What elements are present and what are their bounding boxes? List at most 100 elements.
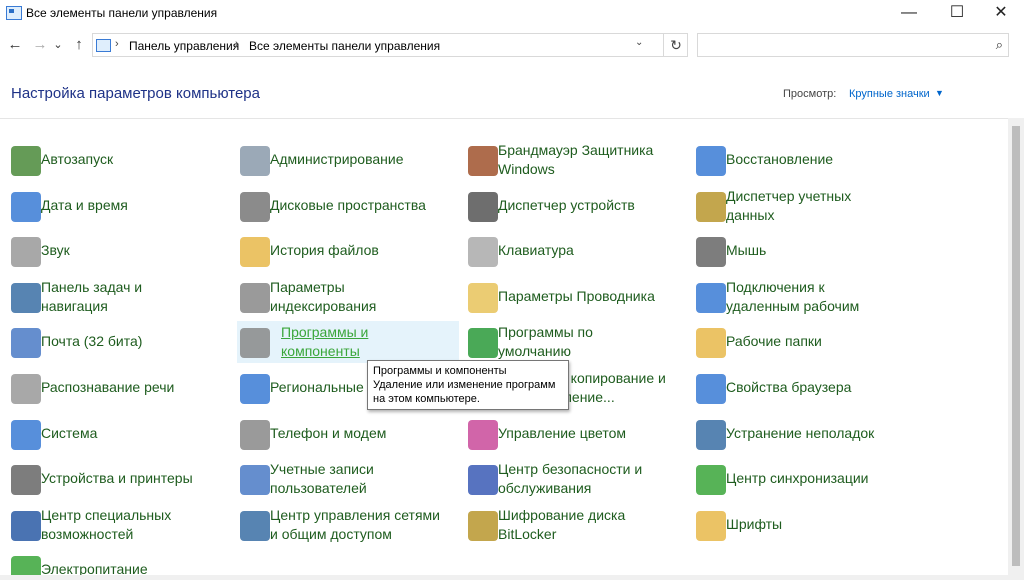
bitlocker-icon bbox=[468, 510, 498, 541]
control-panel-item[interactable]: Центр управления сетями и общим доступом bbox=[229, 504, 453, 546]
control-panel-item[interactable]: Администрирование bbox=[229, 139, 453, 181]
microphone-icon bbox=[11, 374, 41, 404]
item-label: Восстановление bbox=[726, 151, 834, 167]
control-panel-item[interactable]: Автозапуск bbox=[0, 139, 224, 181]
clock-icon bbox=[11, 191, 41, 222]
control-panel-item[interactable]: Шифрование диска BitLocker bbox=[457, 504, 681, 546]
control-panel-item[interactable]: Центр безопасности и обслуживания bbox=[457, 458, 681, 500]
search-icon[interactable]: ⌕ bbox=[996, 37, 1003, 53]
control-panel-item[interactable]: Панель задач и навигация bbox=[0, 276, 224, 318]
item-label: Автозапуск bbox=[41, 151, 114, 167]
up-button[interactable]: ↑ bbox=[70, 36, 88, 54]
item-label: Клавиатура bbox=[498, 242, 574, 259]
refresh-button[interactable]: ↻ bbox=[663, 34, 688, 56]
control-panel-item[interactable]: Программы по умолчанию bbox=[457, 321, 681, 363]
item-label: Дата и время bbox=[41, 196, 128, 213]
scrollbar-thumb[interactable] bbox=[1012, 126, 1020, 566]
tooltip-title: Программы и компоненты bbox=[373, 365, 507, 377]
control-panel-item[interactable]: Устранение неполадок bbox=[685, 413, 909, 455]
flag-icon bbox=[468, 465, 498, 496]
taskbar-icon bbox=[11, 282, 41, 313]
control-panel-item[interactable]: Дата и время bbox=[0, 185, 224, 227]
chevron-right-icon: › bbox=[235, 38, 239, 50]
control-panel-item[interactable]: Подключения к удаленным рабочим bbox=[685, 276, 909, 318]
sound-icon bbox=[11, 237, 41, 268]
control-panel-item[interactable]: Параметры Проводника bbox=[457, 276, 681, 318]
item-label: Система bbox=[41, 424, 98, 441]
region-icon bbox=[240, 374, 270, 404]
control-panel-item[interactable]: Программы и компоненты bbox=[237, 321, 459, 364]
control-panel-item[interactable]: Управление цветом bbox=[457, 413, 681, 455]
chevron-down-icon[interactable]: ⌄ bbox=[635, 37, 643, 48]
item-label: Дисковые пространства bbox=[270, 196, 426, 213]
horizontal-scrollbar[interactable] bbox=[0, 575, 1008, 580]
item-label: Устройства и принтеры bbox=[41, 470, 193, 487]
control-panel-item[interactable]: Диспетчер учетных данных bbox=[685, 185, 909, 227]
tooltip-text: Удаление или изменение программ на этом … bbox=[373, 379, 556, 405]
chevron-right-icon: › bbox=[115, 38, 119, 50]
page-title: Настройка параметров компьютера bbox=[11, 85, 260, 102]
item-label: Шрифты bbox=[726, 515, 783, 532]
item-label: Программы и компоненты bbox=[281, 324, 369, 360]
item-label: Звук bbox=[41, 242, 70, 259]
indexing-icon bbox=[240, 282, 270, 313]
file-history-icon bbox=[240, 237, 270, 268]
control-panel-item[interactable]: Устройства и принтеры bbox=[0, 458, 224, 500]
admin-tools-icon bbox=[240, 146, 270, 176]
control-panel-item[interactable]: Параметры индексирования bbox=[229, 276, 453, 318]
control-panel-item[interactable]: Брандмауэр Защитника Windows bbox=[457, 139, 681, 181]
control-panel-item[interactable]: История файлов bbox=[229, 230, 453, 272]
color-management-icon bbox=[468, 419, 498, 450]
control-panel-item[interactable]: Учетные записи пользователей bbox=[229, 458, 453, 500]
search-input[interactable]: ⌕ bbox=[697, 33, 1009, 57]
item-label: Центр безопасности и обслуживания bbox=[498, 461, 643, 497]
control-panel-item[interactable]: Центр синхронизации bbox=[685, 458, 909, 500]
forward-button[interactable]: → bbox=[31, 36, 49, 54]
firewall-icon bbox=[468, 146, 498, 176]
control-panel-item[interactable]: Клавиатура bbox=[457, 230, 681, 272]
internet-options-icon bbox=[696, 374, 726, 404]
control-panel-item[interactable]: Дисковые пространства bbox=[229, 185, 453, 227]
control-panel-item[interactable]: Диспетчер устройств bbox=[457, 185, 681, 227]
control-panel-item[interactable]: Рабочие папки bbox=[685, 321, 909, 363]
autoplay-icon bbox=[11, 146, 41, 176]
maximize-button[interactable]: ☐ bbox=[934, 0, 980, 26]
minimize-button[interactable]: — bbox=[886, 0, 932, 26]
control-panel-item[interactable]: Центр специальных возможностей bbox=[0, 504, 224, 546]
control-panel-item[interactable]: Звук bbox=[0, 230, 224, 272]
phone-modem-icon bbox=[240, 419, 270, 450]
control-panel-item[interactable]: Шрифты bbox=[685, 504, 909, 546]
breadcrumb-all-items[interactable]: Все элементы панели управления bbox=[249, 39, 440, 53]
item-label: Мышь bbox=[726, 242, 767, 259]
item-label: Центр специальных возможностей bbox=[41, 506, 172, 542]
close-button[interactable]: ✕ bbox=[978, 0, 1024, 26]
troubleshooting-icon bbox=[696, 419, 726, 450]
item-label: Центр синхронизации bbox=[726, 470, 869, 487]
breadcrumb-control-panel[interactable]: Панель управления bbox=[129, 39, 239, 53]
control-panel-item[interactable]: Телефон и модем bbox=[229, 413, 453, 455]
item-label: Параметры Проводника bbox=[498, 287, 655, 304]
view-label: Просмотр: bbox=[783, 88, 837, 100]
back-button[interactable]: ← bbox=[6, 36, 24, 54]
item-label: Устранение неполадок bbox=[726, 424, 875, 441]
control-panel-item[interactable]: Система bbox=[0, 413, 224, 455]
tooltip: Программы и компоненты Удаление или изме… bbox=[367, 360, 569, 410]
control-panel-item[interactable]: Почта (32 бита) bbox=[0, 321, 224, 363]
view-mode-dropdown[interactable]: Крупные значки bbox=[849, 88, 930, 100]
item-label: Панель задач и навигация bbox=[41, 278, 143, 314]
caret-down-icon[interactable]: ▼ bbox=[935, 88, 944, 98]
item-label: Подключения к удаленным рабочим bbox=[726, 278, 860, 314]
item-label: Программы по умолчанию bbox=[498, 324, 593, 360]
explorer-options-icon bbox=[468, 282, 498, 313]
printer-icon bbox=[11, 465, 41, 496]
divider bbox=[0, 118, 1008, 119]
vertical-scrollbar[interactable] bbox=[1008, 118, 1024, 580]
control-panel-item[interactable]: Восстановление bbox=[685, 139, 909, 181]
control-panel-item[interactable]: Распознавание речи bbox=[0, 367, 224, 409]
accessibility-icon bbox=[11, 510, 41, 541]
address-bar[interactable]: › Панель управления › Все элементы панел… bbox=[92, 33, 688, 57]
control-panel-item[interactable]: Мышь bbox=[685, 230, 909, 272]
item-label: Учетные записи пользователей bbox=[270, 461, 374, 497]
control-panel-item[interactable]: Свойства браузера bbox=[685, 367, 909, 409]
recent-locations-button[interactable]: ⌄ bbox=[52, 36, 64, 54]
